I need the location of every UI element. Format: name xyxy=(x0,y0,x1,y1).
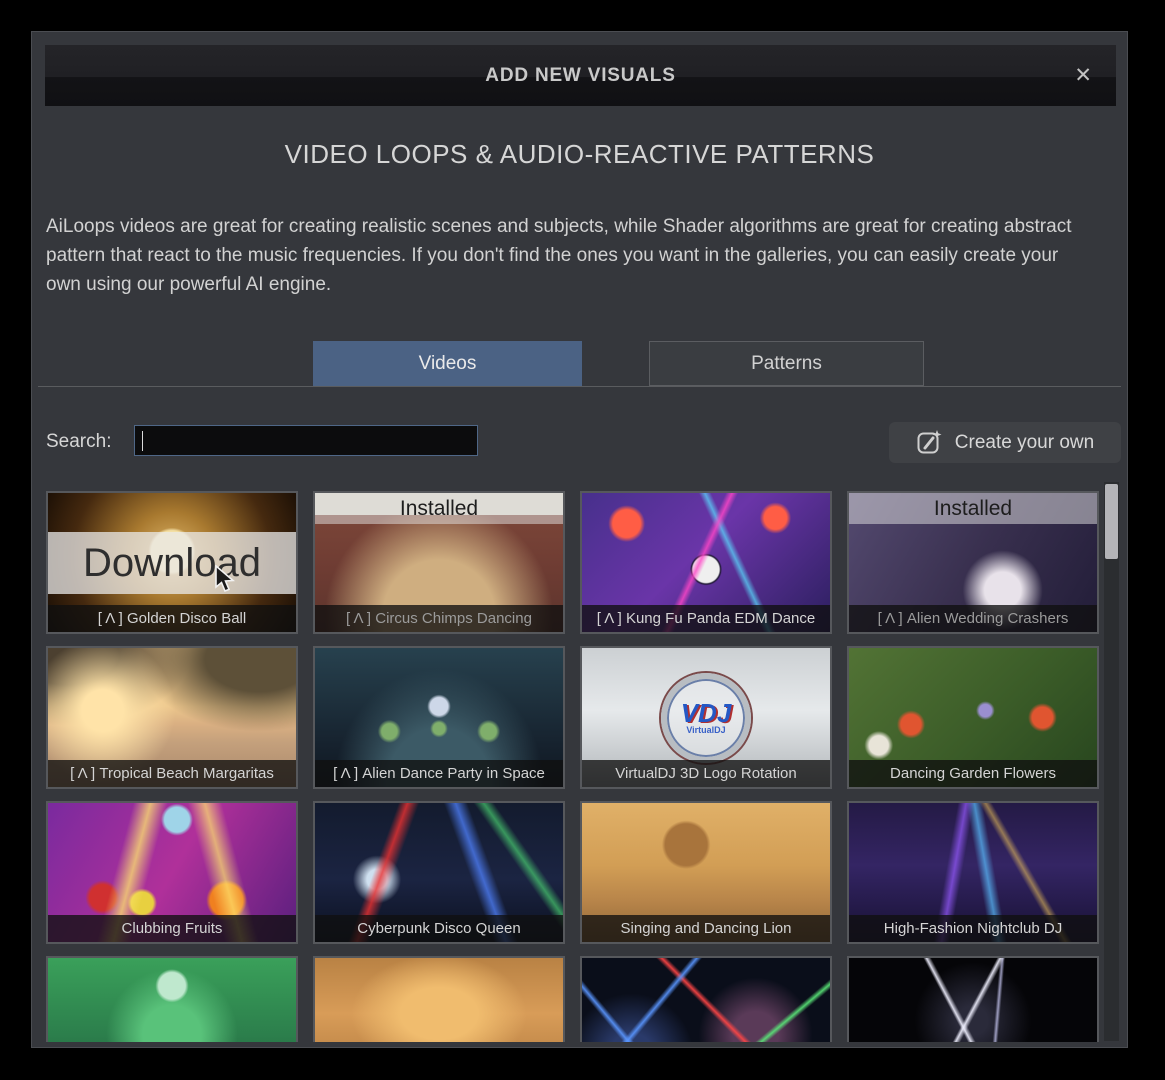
tile-caption: [ Λ ] Circus Chimps Dancing xyxy=(315,605,563,632)
vdj-logo-subtext: VirtualDJ xyxy=(686,725,725,735)
close-icon[interactable]: ✕ xyxy=(1068,45,1098,106)
tile-caption: Dancing Garden Flowers xyxy=(849,760,1097,787)
video-thumbnail xyxy=(315,958,563,1042)
tab-videos[interactable]: Videos xyxy=(313,341,582,386)
video-tile[interactable]: [ Λ ] Kung Fu Panda EDM Dance xyxy=(580,491,832,634)
tile-caption: [ Λ ] Tropical Beach Margaritas xyxy=(48,760,296,787)
tile-caption: High-Fashion Nightclub DJ xyxy=(849,915,1097,942)
tile-caption: Clubbing Fruits xyxy=(48,915,296,942)
video-tile[interactable]: Clubbing Fruits xyxy=(46,801,298,944)
download-overlay[interactable]: Download xyxy=(48,532,296,595)
video-tile[interactable]: Installed [ Λ ] Alien Wedding Crashers xyxy=(847,491,1099,634)
dialog-title: ADD NEW VISUALS xyxy=(485,65,675,87)
video-tile[interactable]: Download [ Λ ] Golden Disco Ball xyxy=(46,491,298,634)
video-tile[interactable]: Dancing Garden Flowers xyxy=(847,646,1099,789)
video-tile[interactable]: [ Λ ] Tropical Beach Margaritas xyxy=(46,646,298,789)
tabs-divider xyxy=(38,386,1121,387)
video-tile[interactable]: Installed [ Λ ] Circus Chimps Dancing xyxy=(313,491,565,634)
text-caret xyxy=(142,431,143,451)
grid-scrollbar-thumb[interactable] xyxy=(1105,484,1118,559)
search-label: Search: xyxy=(46,431,111,453)
page-title: VIDEO LOOPS & AUDIO-REACTIVE PATTERNS xyxy=(32,139,1127,170)
intro-description: AiLoops videos are great for creating re… xyxy=(46,212,1092,299)
tile-caption: [ Λ ] Golden Disco Ball xyxy=(48,605,296,632)
video-thumbnail xyxy=(48,958,296,1042)
grid-scrollbar-track[interactable] xyxy=(1104,482,1119,1041)
vdj-logo: VDJ VirtualDJ xyxy=(661,673,751,763)
video-tile[interactable]: High-Fashion Nightclub DJ xyxy=(847,801,1099,944)
video-tile[interactable]: Singing and Dancing Lion xyxy=(580,801,832,944)
tile-caption: Singing and Dancing Lion xyxy=(582,915,830,942)
video-tile[interactable]: VDJ VirtualDJ VirtualDJ 3D Logo Rotation xyxy=(580,646,832,789)
tile-caption: [ Λ ] Alien Wedding Crashers xyxy=(849,605,1097,632)
create-your-own-label: Create your own xyxy=(955,432,1094,454)
add-new-visuals-dialog: ADD NEW VISUALS ✕ VIDEO LOOPS & AUDIO-RE… xyxy=(31,31,1128,1048)
tile-caption: [ Λ ] Kung Fu Panda EDM Dance xyxy=(582,605,830,632)
video-thumbnail xyxy=(582,958,830,1042)
video-thumbnail xyxy=(849,958,1097,1042)
video-tile[interactable] xyxy=(580,956,832,1042)
dialog-titlebar: ADD NEW VISUALS ✕ xyxy=(45,45,1116,106)
create-your-own-button[interactable]: Create your own xyxy=(889,422,1121,463)
video-tile[interactable] xyxy=(46,956,298,1042)
video-tile[interactable] xyxy=(313,956,565,1042)
pencil-create-icon xyxy=(916,429,943,456)
mouse-cursor-icon xyxy=(214,565,237,595)
search-input[interactable] xyxy=(134,425,478,456)
tiles-grid: Download [ Λ ] Golden Disco Ball Install… xyxy=(46,491,1099,1042)
tile-caption: VirtualDJ 3D Logo Rotation xyxy=(582,760,830,787)
installed-badge: Installed xyxy=(849,493,1097,524)
installed-badge: Installed xyxy=(315,493,563,524)
tile-caption: [ Λ ] Alien Dance Party in Space xyxy=(315,760,563,787)
tile-caption: Cyberpunk Disco Queen xyxy=(315,915,563,942)
video-tile[interactable] xyxy=(847,956,1099,1042)
tab-patterns[interactable]: Patterns xyxy=(649,341,924,386)
video-tile[interactable]: Cyberpunk Disco Queen xyxy=(313,801,565,944)
video-tile[interactable]: [ Λ ] Alien Dance Party in Space xyxy=(313,646,565,789)
vdj-logo-text: VDJ xyxy=(681,701,732,725)
